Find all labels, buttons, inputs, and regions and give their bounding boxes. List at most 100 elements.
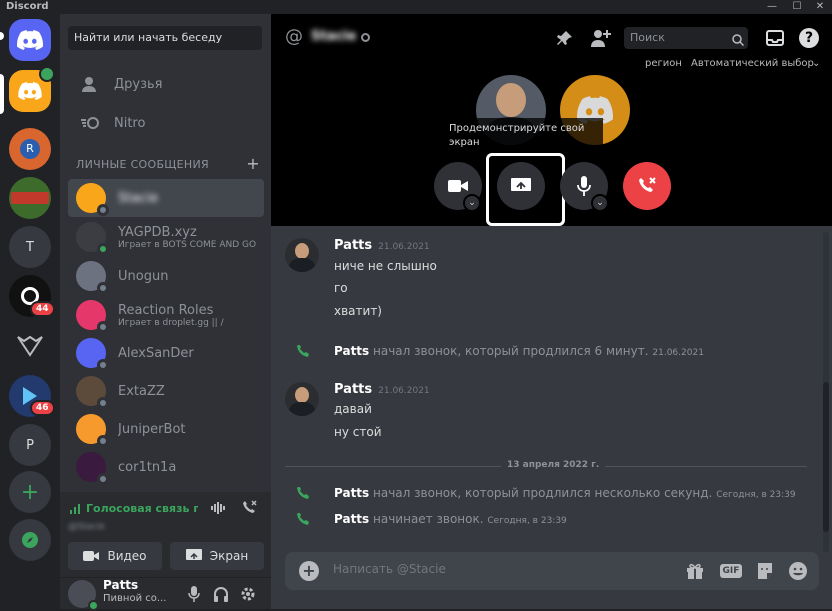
inbox-icon bbox=[766, 30, 784, 46]
channel-header: @ Stacie Поиск ? bbox=[271, 14, 832, 62]
server-icon[interactable] bbox=[9, 325, 51, 367]
dm-item[interactable]: Reaction Roles Играет в droplet.gg || / bbox=[68, 296, 264, 334]
avatar bbox=[76, 222, 109, 255]
help-button[interactable]: ? bbox=[797, 26, 821, 50]
mute-button[interactable] bbox=[188, 586, 200, 606]
server-icon[interactable] bbox=[9, 177, 51, 219]
nav-label: Друзья bbox=[114, 76, 163, 92]
avatar[interactable] bbox=[285, 238, 319, 272]
message-input[interactable] bbox=[333, 562, 633, 576]
dm-sidebar: Найти или начать беседу Друзья Nitro ЛИЧ… bbox=[60, 14, 271, 611]
emoji-button[interactable] bbox=[786, 559, 810, 583]
explore-servers-button[interactable] bbox=[9, 519, 51, 561]
region-select[interactable]: Автоматический выбор bbox=[691, 58, 814, 69]
chevron-down-icon: ⌄ bbox=[596, 197, 604, 208]
message-timestamp: 21.06.2021 bbox=[378, 242, 430, 252]
dm-item[interactable]: AlexSanDer bbox=[68, 334, 264, 372]
avatar[interactable] bbox=[285, 382, 319, 416]
server-icon[interactable]: R bbox=[9, 128, 51, 170]
home-button[interactable] bbox=[9, 19, 51, 61]
create-dm-button[interactable]: + bbox=[246, 154, 260, 173]
server-letter: P bbox=[26, 437, 34, 453]
dm-item[interactable]: Unogun bbox=[68, 257, 264, 295]
system-text: начал звонок, который продлился 6 минут. bbox=[373, 344, 649, 358]
disconnect-button[interactable] bbox=[240, 500, 258, 520]
author-name[interactable]: Patts bbox=[334, 512, 369, 526]
video-button[interactable]: Видео bbox=[68, 542, 162, 570]
dm-item[interactable]: cor1tn1a bbox=[68, 448, 264, 486]
status-indicator bbox=[361, 33, 370, 42]
inbox-button[interactable] bbox=[763, 26, 787, 50]
message-scrollbar[interactable] bbox=[823, 232, 829, 552]
status-indicator bbox=[97, 243, 109, 255]
friends-icon bbox=[80, 76, 102, 92]
user-panel: Patts Пивной со... bbox=[60, 578, 271, 611]
camera-icon bbox=[448, 180, 468, 192]
at-icon: @ bbox=[285, 26, 303, 47]
message-timestamp: Сегодня, в 23:39 bbox=[716, 490, 796, 500]
dm-name: cor1tn1a bbox=[118, 459, 177, 475]
close-window-button[interactable]: ✕ bbox=[808, 0, 832, 14]
message-author[interactable]: Patts 21.06.2021 bbox=[334, 238, 430, 253]
discord-logo-icon bbox=[17, 30, 43, 50]
status-indicator bbox=[97, 359, 109, 371]
status-indicator bbox=[97, 397, 109, 409]
pinned-messages-button[interactable] bbox=[553, 26, 577, 50]
search-input[interactable]: Поиск bbox=[624, 27, 748, 49]
avatar[interactable] bbox=[68, 580, 99, 611]
server-icon[interactable]: T bbox=[9, 226, 51, 268]
gear-icon bbox=[241, 587, 255, 601]
voice-status[interactable]: Голосовая связь подключена bbox=[86, 502, 198, 515]
plus-circle-icon: + bbox=[299, 561, 319, 581]
server-dm-stacie[interactable] bbox=[9, 66, 55, 112]
nav-label: Nitro bbox=[114, 115, 146, 131]
message-text: ну стой bbox=[334, 425, 382, 439]
end-call-button[interactable] bbox=[623, 162, 671, 210]
message-timestamp: Сегодня, в 23:39 bbox=[487, 516, 567, 526]
author-name[interactable]: Patts bbox=[334, 486, 369, 500]
minimize-button[interactable]: — bbox=[760, 0, 784, 14]
nav-friends[interactable]: Друзья bbox=[68, 67, 264, 101]
signal-icon bbox=[70, 504, 80, 514]
dm-item[interactable]: YAGPDB.xyz Играет в BOTS COME AND GO bbox=[68, 218, 264, 256]
microphone-options-button[interactable]: ⌄ bbox=[591, 194, 609, 212]
main-panel: @ Stacie Поиск ? регион Автоматический в… bbox=[271, 14, 832, 609]
call-system-message: Patts начал звонок, который продлился 6 … bbox=[271, 342, 819, 362]
screen-share-button[interactable]: Экран bbox=[170, 542, 264, 570]
server-rail: R T 44 46 P + bbox=[0, 14, 60, 609]
custom-status: Пивной со... bbox=[103, 593, 167, 604]
status-indicator bbox=[97, 435, 109, 447]
add-friend-to-dm-button[interactable] bbox=[589, 26, 613, 50]
maximize-button[interactable]: ☐ bbox=[785, 0, 809, 14]
message-text: го bbox=[334, 281, 348, 295]
status-indicator bbox=[88, 600, 99, 611]
status-indicator bbox=[97, 473, 109, 485]
selected-server-indicator bbox=[0, 74, 4, 114]
dm-item[interactable]: Stacie bbox=[68, 179, 264, 217]
server-icon[interactable]: P bbox=[9, 424, 51, 466]
noise-suppression-button[interactable] bbox=[210, 500, 226, 520]
gif-button[interactable]: GIF bbox=[719, 559, 743, 583]
avatar bbox=[76, 452, 109, 485]
find-conversation-input[interactable]: Найти или начать беседу bbox=[68, 26, 262, 50]
upload-button[interactable]: + bbox=[297, 559, 321, 583]
gift-button[interactable] bbox=[683, 559, 707, 583]
user-settings-button[interactable] bbox=[240, 586, 256, 606]
dm-item[interactable]: ExtaZZ bbox=[68, 372, 264, 410]
app-title: Discord bbox=[6, 1, 49, 12]
scrollbar-thumb[interactable] bbox=[823, 382, 829, 532]
message-text: хватит) bbox=[334, 304, 382, 318]
dm-name: JuniperBot bbox=[118, 421, 186, 437]
nav-nitro[interactable]: Nitro bbox=[68, 106, 264, 140]
deafen-button[interactable] bbox=[213, 586, 229, 606]
dm-activity: Играет в droplet.gg || / bbox=[118, 317, 224, 328]
message-author[interactable]: Patts 21.06.2021 bbox=[334, 382, 430, 397]
dm-item[interactable]: JuniperBot bbox=[68, 410, 264, 448]
author-name[interactable]: Patts bbox=[334, 344, 369, 358]
camera-options-button[interactable]: ⌄ bbox=[463, 194, 481, 212]
author-name: Patts bbox=[334, 382, 373, 397]
phone-icon bbox=[295, 512, 309, 531]
add-server-button[interactable]: + bbox=[9, 471, 51, 513]
status-indicator bbox=[97, 321, 109, 333]
sticker-button[interactable] bbox=[753, 559, 777, 583]
